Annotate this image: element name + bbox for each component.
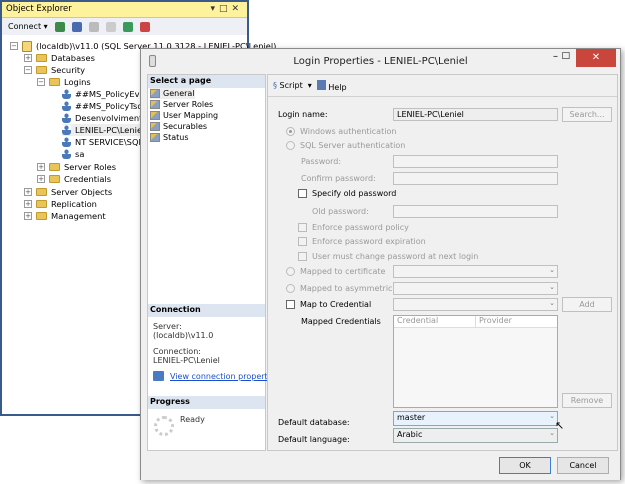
tree-credentials[interactable]: + Credentials	[37, 173, 111, 185]
default-database-select[interactable]: master ⌄	[393, 411, 558, 426]
user-icon	[62, 89, 71, 99]
enforce-policy-checkbox[interactable]	[298, 223, 307, 232]
tree-security[interactable]: − Security	[24, 64, 85, 76]
user-icon	[62, 101, 71, 111]
tree-logins[interactable]: − Logins	[37, 76, 91, 88]
minimize-button[interactable]: –	[553, 51, 558, 62]
folder-icon	[36, 188, 47, 196]
tree-databases[interactable]: + Databases	[24, 52, 95, 64]
dialog-toolbar: § Script ▾ Help	[268, 75, 617, 97]
page-status[interactable]: Status	[150, 132, 189, 143]
certificate-select[interactable]: ⌄	[393, 265, 558, 278]
windows-auth-radio[interactable]	[286, 127, 295, 136]
select-page-header: Select a page	[148, 75, 265, 88]
refresh-icon[interactable]	[122, 21, 133, 32]
page-server-roles[interactable]: Server Roles	[150, 99, 213, 110]
database-icon	[149, 55, 156, 67]
default-language-select[interactable]: Arabic ⌄	[393, 428, 558, 443]
tree-login[interactable]: Desenvolvimento	[62, 112, 147, 124]
script-icon: §	[273, 81, 277, 90]
remove-button[interactable]: Remove	[562, 393, 612, 408]
user-icon	[62, 113, 71, 123]
close-button[interactable]: ✕	[576, 49, 616, 67]
left-panel: Select a page General Server Roles User …	[147, 74, 279, 451]
page-icon	[150, 100, 160, 109]
script-dropdown[interactable]: ▾	[308, 81, 312, 90]
old-password-input[interactable]	[393, 205, 558, 218]
server-value: (localdb)\v11.0	[153, 331, 214, 340]
folder-icon	[49, 78, 60, 86]
progress-spinner-icon	[154, 416, 174, 436]
page-icon	[150, 111, 160, 120]
object-explorer-title: Object Explorer ▾□✕	[2, 2, 247, 18]
tree-server-objects[interactable]: + Server Objects	[24, 186, 112, 198]
connect-button[interactable]: Connect ▾	[8, 22, 48, 31]
cancel-button[interactable]: Cancel	[557, 457, 609, 474]
dialog-title: Login Properties - LENIEL-PC\Leniel	[293, 56, 468, 67]
search-button[interactable]: Search...	[562, 107, 612, 122]
user-icon	[62, 149, 71, 159]
progress-status: Ready	[180, 415, 205, 424]
object-explorer-toolbar: Connect ▾	[2, 18, 247, 35]
page-icon	[150, 133, 160, 142]
help-icon	[316, 79, 326, 90]
panel-controls[interactable]: ▾□✕	[210, 4, 243, 14]
password-input[interactable]	[393, 155, 558, 168]
progress-header: Progress	[148, 396, 265, 409]
sql-auth-radio[interactable]	[286, 141, 295, 150]
column-credential[interactable]: Credential	[394, 316, 476, 327]
page-user-mapping[interactable]: User Mapping	[150, 110, 218, 121]
folder-icon	[49, 175, 60, 183]
page-general[interactable]: General	[150, 88, 195, 99]
maximize-button[interactable]: □	[561, 51, 570, 61]
mapped-credentials-list[interactable]: Credential Provider	[393, 315, 558, 408]
tree-login[interactable]: sa	[62, 148, 84, 160]
page-icon	[150, 122, 160, 131]
tree-management[interactable]: + Management	[24, 210, 106, 222]
login-name-input[interactable]: LENIEL-PC\Leniel	[393, 108, 558, 121]
folder-icon	[36, 212, 47, 220]
enforce-expiration-checkbox[interactable]	[298, 237, 307, 246]
filter-icon[interactable]	[105, 21, 116, 32]
activity-monitor-icon[interactable]	[139, 21, 150, 32]
credential-select[interactable]: ⌄	[393, 298, 558, 311]
column-provider[interactable]: Provider	[476, 316, 512, 327]
connection-header: Connection	[148, 304, 265, 317]
asymmetric-key-select[interactable]: ⌄	[393, 282, 558, 295]
folder-icon	[36, 66, 47, 74]
add-button[interactable]: Add	[562, 297, 612, 312]
mapped-cert-radio[interactable]	[286, 267, 295, 276]
view-connection-properties-link[interactable]: View connection properties	[170, 372, 279, 381]
connect-icon[interactable]	[54, 21, 65, 32]
folder-icon	[49, 163, 60, 171]
confirm-password-input[interactable]	[393, 172, 558, 185]
folder-icon	[36, 200, 47, 208]
page-securables[interactable]: Securables	[150, 121, 207, 132]
user-icon	[62, 137, 71, 147]
disconnect-icon[interactable]	[71, 21, 82, 32]
connection-value: LENIEL-PC\Leniel	[153, 356, 220, 365]
page-icon	[150, 89, 160, 98]
dialog-footer: OK Cancel	[141, 451, 620, 480]
general-page: § Script ▾ Help Login name: LENIEL-PC\Le…	[267, 74, 618, 451]
map-credential-checkbox[interactable]	[286, 300, 295, 309]
tree-server-roles[interactable]: + Server Roles	[37, 161, 116, 173]
script-button[interactable]: § Script	[273, 81, 303, 90]
must-change-checkbox[interactable]	[298, 252, 307, 261]
stop-icon[interactable]	[88, 21, 99, 32]
tree-replication[interactable]: + Replication	[24, 198, 97, 210]
user-icon	[62, 125, 71, 135]
folder-icon	[36, 54, 47, 62]
specify-old-password-checkbox[interactable]	[298, 189, 307, 198]
login-properties-dialog: Login Properties - LENIEL-PC\Leniel – □ …	[140, 48, 621, 480]
help-button[interactable]: Help	[316, 79, 347, 92]
connection-properties-icon	[153, 371, 164, 381]
ok-button[interactable]: OK	[499, 457, 551, 474]
tree-login-selected[interactable]: LENIEL-PC\Leniel	[62, 124, 145, 136]
server-icon	[22, 40, 32, 52]
mapped-asym-radio[interactable]	[286, 284, 295, 293]
